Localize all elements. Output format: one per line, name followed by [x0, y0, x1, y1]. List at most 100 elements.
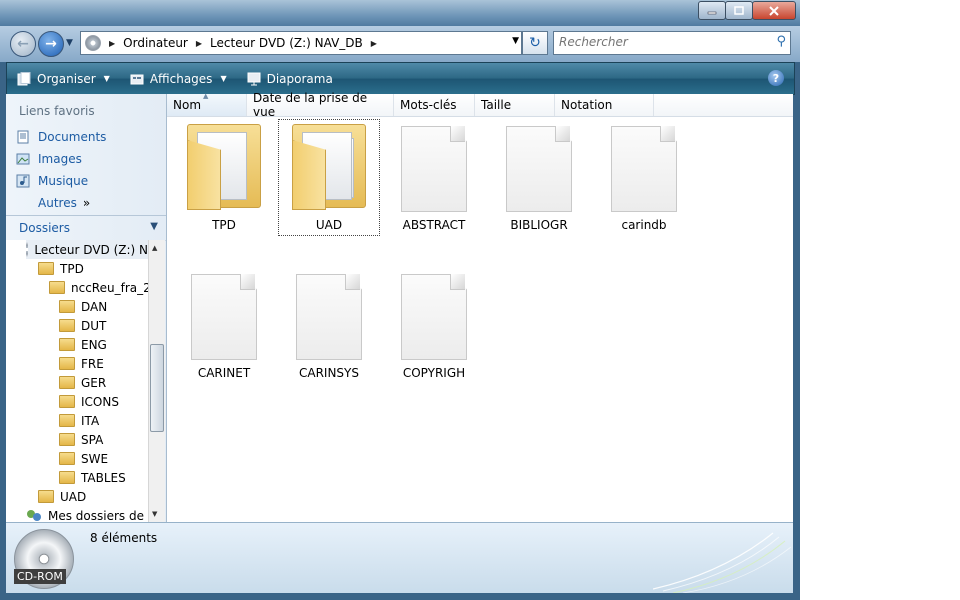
tree-item-label: DAN	[81, 299, 108, 314]
chevron-down-icon: ▼	[103, 74, 110, 83]
music-icon	[16, 174, 30, 188]
tree-item-tables[interactable]: TABLES	[59, 468, 126, 487]
more-label: Autres	[38, 196, 77, 210]
back-button[interactable]: ←	[10, 31, 36, 57]
breadcrumb-dvd-drive[interactable]: Lecteur DVD (Z:) NAV_DB	[206, 36, 367, 50]
favorites-header: Liens favoris	[19, 104, 95, 118]
refresh-button[interactable]: ↻	[522, 31, 548, 55]
favorite-label: Documents	[38, 130, 107, 144]
file-name: ABSTRACT	[402, 218, 466, 232]
scroll-up-icon[interactable]: ▲	[152, 244, 157, 252]
tree-item-swe[interactable]: SWE	[59, 449, 108, 468]
tree-item-dan[interactable]: DAN	[59, 297, 107, 316]
file-item-carinsys[interactable]: CARINSYS	[279, 268, 379, 384]
favorite-music[interactable]: Musique	[6, 170, 166, 192]
window-controls	[698, 1, 796, 20]
column-label: Nom	[173, 98, 202, 112]
maximize-button[interactable]	[725, 1, 753, 20]
tree-item-ita[interactable]: ITA	[59, 411, 99, 430]
scroll-down-icon[interactable]: ▼	[152, 510, 157, 518]
file-name: UAD	[315, 218, 343, 232]
slideshow-button[interactable]: Diaporama	[237, 72, 343, 86]
tree-item-network-folders[interactable]: Mes dossiers de pa	[26, 506, 148, 522]
title-bar[interactable]	[0, 0, 800, 26]
tree-item-tpd[interactable]: TPD	[38, 259, 84, 278]
close-button[interactable]	[752, 1, 796, 20]
breadcrumb-computer[interactable]: Ordinateur	[119, 36, 192, 50]
file-item-carindb[interactable]: carindb	[594, 120, 694, 236]
tree-item-icons[interactable]: ICONS	[59, 392, 119, 411]
tree-item-dvd-drive[interactable]: Lecteur DVD (Z:) N	[26, 240, 148, 259]
chevron-down-icon[interactable]: ▼	[150, 221, 158, 232]
favorite-more[interactable]: Autres »	[6, 192, 166, 214]
column-keywords[interactable]: Mots-clés	[394, 94, 475, 116]
chevron-right-icon[interactable]: ▶	[105, 39, 119, 48]
address-bar[interactable]: ▶ Ordinateur ▶ Lecteur DVD (Z:) NAV_DB ▶…	[80, 31, 522, 55]
chevron-right-icon[interactable]: ▶	[367, 39, 381, 48]
column-rating[interactable]: Notation	[555, 94, 654, 116]
minimize-button[interactable]	[698, 1, 726, 20]
file-icon	[506, 126, 572, 212]
favorite-images[interactable]: Images	[6, 148, 166, 170]
address-row: ← → ▼ ▶ Ordinateur ▶ Lecteur DVD (Z:) NA…	[0, 26, 800, 62]
folder-icon	[59, 319, 75, 332]
tree-item-ger[interactable]: GER	[59, 373, 106, 392]
file-icon	[611, 126, 677, 212]
folder-icon	[38, 490, 54, 503]
search-input[interactable]	[554, 32, 764, 52]
file-item-uad[interactable]: UAD	[278, 119, 380, 236]
views-button[interactable]: Affichages ▼	[120, 72, 237, 86]
folders-header[interactable]: Dossiers ▼	[6, 215, 166, 241]
file-item-carinet[interactable]: CARINET	[174, 268, 274, 384]
favorite-documents[interactable]: Documents	[6, 126, 166, 148]
file-icon	[191, 274, 257, 360]
tree-item-dut[interactable]: DUT	[59, 316, 106, 335]
item-count: 8 éléments	[90, 531, 158, 545]
file-item-copyrigh[interactable]: COPYRIGH	[384, 268, 484, 384]
column-name[interactable]: ▲ Nom	[167, 92, 247, 116]
folder-icon	[59, 471, 75, 484]
slideshow-icon	[247, 72, 261, 85]
column-label: Mots-clés	[400, 98, 457, 112]
column-size[interactable]: Taille	[475, 94, 555, 116]
views-label: Affichages	[149, 71, 213, 86]
tree-item-label: GER	[81, 375, 107, 390]
recent-pages-dropdown[interactable]: ▼	[66, 38, 73, 48]
tree-item-nccreu[interactable]: nccReu_fra_200	[49, 278, 148, 297]
scroll-thumb[interactable]	[150, 344, 164, 432]
file-name: COPYRIGH	[402, 366, 466, 380]
command-bar: Organiser ▼ Affichages ▼ Diaporama ?	[6, 62, 795, 95]
chevron-down-icon[interactable]: ▼	[512, 36, 519, 46]
sort-ascending-icon: ▲	[203, 92, 209, 100]
folder-icon	[59, 376, 75, 389]
organize-button[interactable]: Organiser ▼	[7, 71, 120, 86]
search-icon[interactable]: ⚲	[776, 34, 786, 49]
folder-icon	[49, 281, 65, 294]
folder-icon	[59, 300, 75, 313]
column-label: Notation	[561, 98, 613, 112]
tree-item-label: Mes dossiers de pa	[48, 508, 148, 523]
tree-item-label: UAD	[60, 489, 87, 504]
forward-button[interactable]: →	[38, 31, 64, 57]
tree-item-label: ICONS	[81, 394, 119, 409]
column-date-taken[interactable]: Date de la prise de vue	[247, 91, 394, 119]
column-headers: ▲ Nom Date de la prise de vue Mots-clés …	[167, 91, 793, 119]
folder-icon	[38, 262, 54, 275]
folder-icon	[59, 395, 75, 408]
file-name: carindb	[621, 218, 667, 232]
file-item-abstract[interactable]: ABSTRACT	[384, 120, 484, 236]
tree-item-spa[interactable]: SPA	[59, 430, 103, 449]
tree-item-fre[interactable]: FRE	[59, 354, 104, 373]
folder-icon	[59, 452, 75, 465]
tree-scrollbar[interactable]: ▲ ▼	[148, 240, 165, 522]
help-button[interactable]: ?	[768, 70, 784, 86]
tree-item-eng[interactable]: ENG	[59, 335, 107, 354]
folders-header-label: Dossiers	[19, 221, 70, 235]
dvd-drive-icon	[26, 242, 29, 257]
tree-item-uad[interactable]: UAD	[38, 487, 86, 506]
decorative-light-streak	[653, 532, 792, 593]
file-item-tpd[interactable]: TPD	[174, 120, 274, 236]
chevron-right-icon[interactable]: ▶	[192, 39, 206, 48]
file-item-bibliogr[interactable]: BIBLIOGR	[489, 120, 589, 236]
tree-item-label: ITA	[81, 413, 100, 428]
